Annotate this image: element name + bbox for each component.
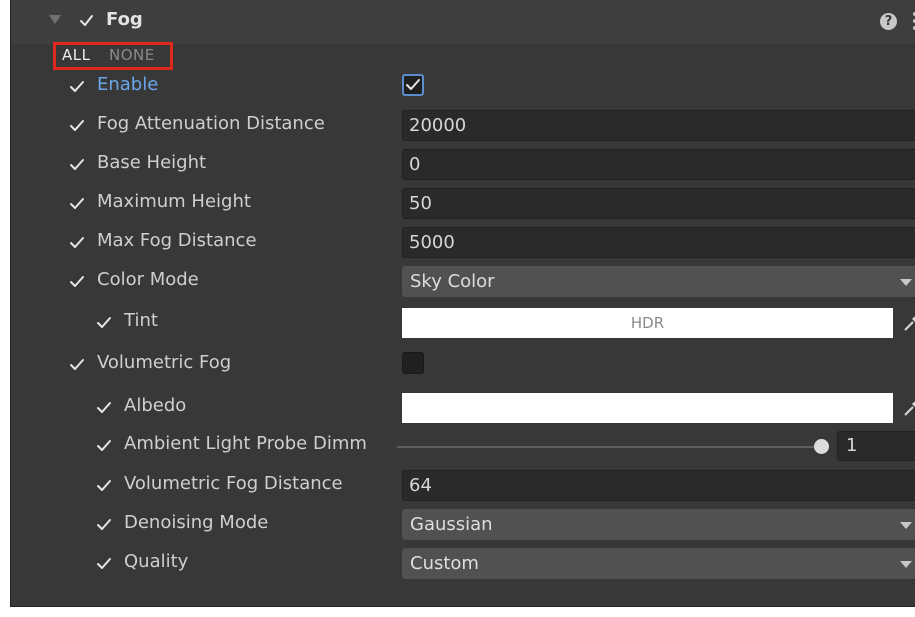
none-button[interactable]: NONE (109, 46, 155, 64)
override-checkbox[interactable] (68, 273, 86, 291)
color-mode-dropdown[interactable]: Sky Color (402, 266, 915, 297)
component-header[interactable]: Fog ? (11, 0, 915, 44)
override-checkbox[interactable] (95, 516, 113, 534)
row-volumetric-fog-distance: Volumetric Fog Distance 64 (11, 469, 915, 503)
maximum-height-field[interactable]: 50 (402, 188, 915, 219)
quality-dropdown[interactable]: Custom (402, 548, 915, 579)
enable-checkbox[interactable] (402, 74, 424, 96)
component-title: Fog (106, 9, 143, 30)
override-checkbox[interactable] (68, 156, 86, 174)
override-checkbox[interactable] (95, 314, 113, 332)
row-enable: Enable (11, 70, 915, 104)
fog-attenuation-distance-field[interactable]: 20000 (402, 110, 915, 141)
override-checkbox[interactable] (95, 555, 113, 573)
volumetric-fog-checkbox[interactable] (402, 352, 424, 374)
row-denoising-mode: Denoising Mode Gaussian (11, 508, 915, 542)
color-mode-label: Color Mode (97, 269, 199, 290)
chevron-down-icon (900, 522, 912, 529)
ambient-light-probe-dimmer-label: Ambient Light Probe Dimm (124, 433, 367, 454)
row-quality: Quality Custom (11, 547, 915, 581)
quality-value: Custom (410, 553, 479, 574)
row-volumetric-fog: Volumetric Fog (11, 348, 915, 382)
color-mode-value: Sky Color (410, 271, 495, 292)
row-base-height: Base Height 0 (11, 148, 915, 182)
volumetric-fog-distance-label: Volumetric Fog Distance (124, 473, 343, 494)
maximum-height-label: Maximum Height (97, 191, 251, 212)
denoising-mode-dropdown[interactable]: Gaussian (402, 509, 915, 540)
denoising-mode-label: Denoising Mode (124, 512, 269, 533)
max-fog-distance-label: Max Fog Distance (97, 230, 257, 251)
albedo-label: Albedo (124, 395, 187, 416)
eyedropper-icon[interactable] (901, 399, 915, 419)
help-icon[interactable]: ? (880, 13, 897, 30)
eyedropper-icon[interactable] (901, 314, 915, 334)
max-fog-distance-field[interactable]: 5000 (402, 227, 915, 258)
row-max-fog-distance: Max Fog Distance 5000 (11, 226, 915, 260)
override-checkbox[interactable] (68, 117, 86, 135)
component-enabled-checkbox[interactable] (77, 11, 96, 30)
tint-color-field[interactable]: HDR (402, 308, 893, 338)
row-ambient-light-probe-dimmer: Ambient Light Probe Dimm 1 (11, 429, 915, 463)
foldout-arrow-icon[interactable] (49, 15, 61, 24)
slider-handle[interactable] (814, 439, 829, 454)
base-height-field[interactable]: 0 (402, 149, 915, 180)
row-color-mode: Color Mode Sky Color (11, 265, 915, 299)
all-button[interactable]: ALL (62, 46, 90, 64)
slider-track[interactable] (397, 446, 827, 448)
override-checkbox[interactable] (95, 399, 113, 417)
override-checkbox[interactable] (68, 195, 86, 213)
override-checkbox[interactable] (95, 477, 113, 495)
override-checkbox[interactable] (68, 356, 86, 374)
ambient-light-probe-dimmer-field[interactable]: 1 (837, 431, 915, 461)
override-checkbox[interactable] (68, 234, 86, 252)
row-albedo: Albedo (11, 391, 915, 425)
volumetric-fog-label: Volumetric Fog (97, 352, 232, 373)
quality-label: Quality (124, 551, 189, 572)
tint-label: Tint (124, 310, 158, 331)
chevron-down-icon (900, 279, 912, 286)
chevron-down-icon (900, 561, 912, 568)
override-checkbox[interactable] (95, 437, 113, 455)
row-tint: Tint HDR (11, 306, 915, 340)
base-height-label: Base Height (97, 152, 207, 173)
enable-label: Enable (97, 74, 159, 95)
volumetric-fog-distance-field[interactable]: 64 (402, 470, 915, 501)
row-maximum-height: Maximum Height 50 (11, 187, 915, 221)
override-checkbox[interactable] (68, 78, 86, 96)
albedo-color-field[interactable] (402, 393, 893, 423)
fog-attenuation-distance-label: Fog Attenuation Distance (97, 113, 325, 134)
row-fog-attenuation-distance: Fog Attenuation Distance 20000 (11, 109, 915, 143)
fog-inspector-panel: Fog ? ALL NONE Enable Fog Attenuation Di… (10, 0, 915, 607)
denoising-mode-value: Gaussian (410, 514, 493, 535)
